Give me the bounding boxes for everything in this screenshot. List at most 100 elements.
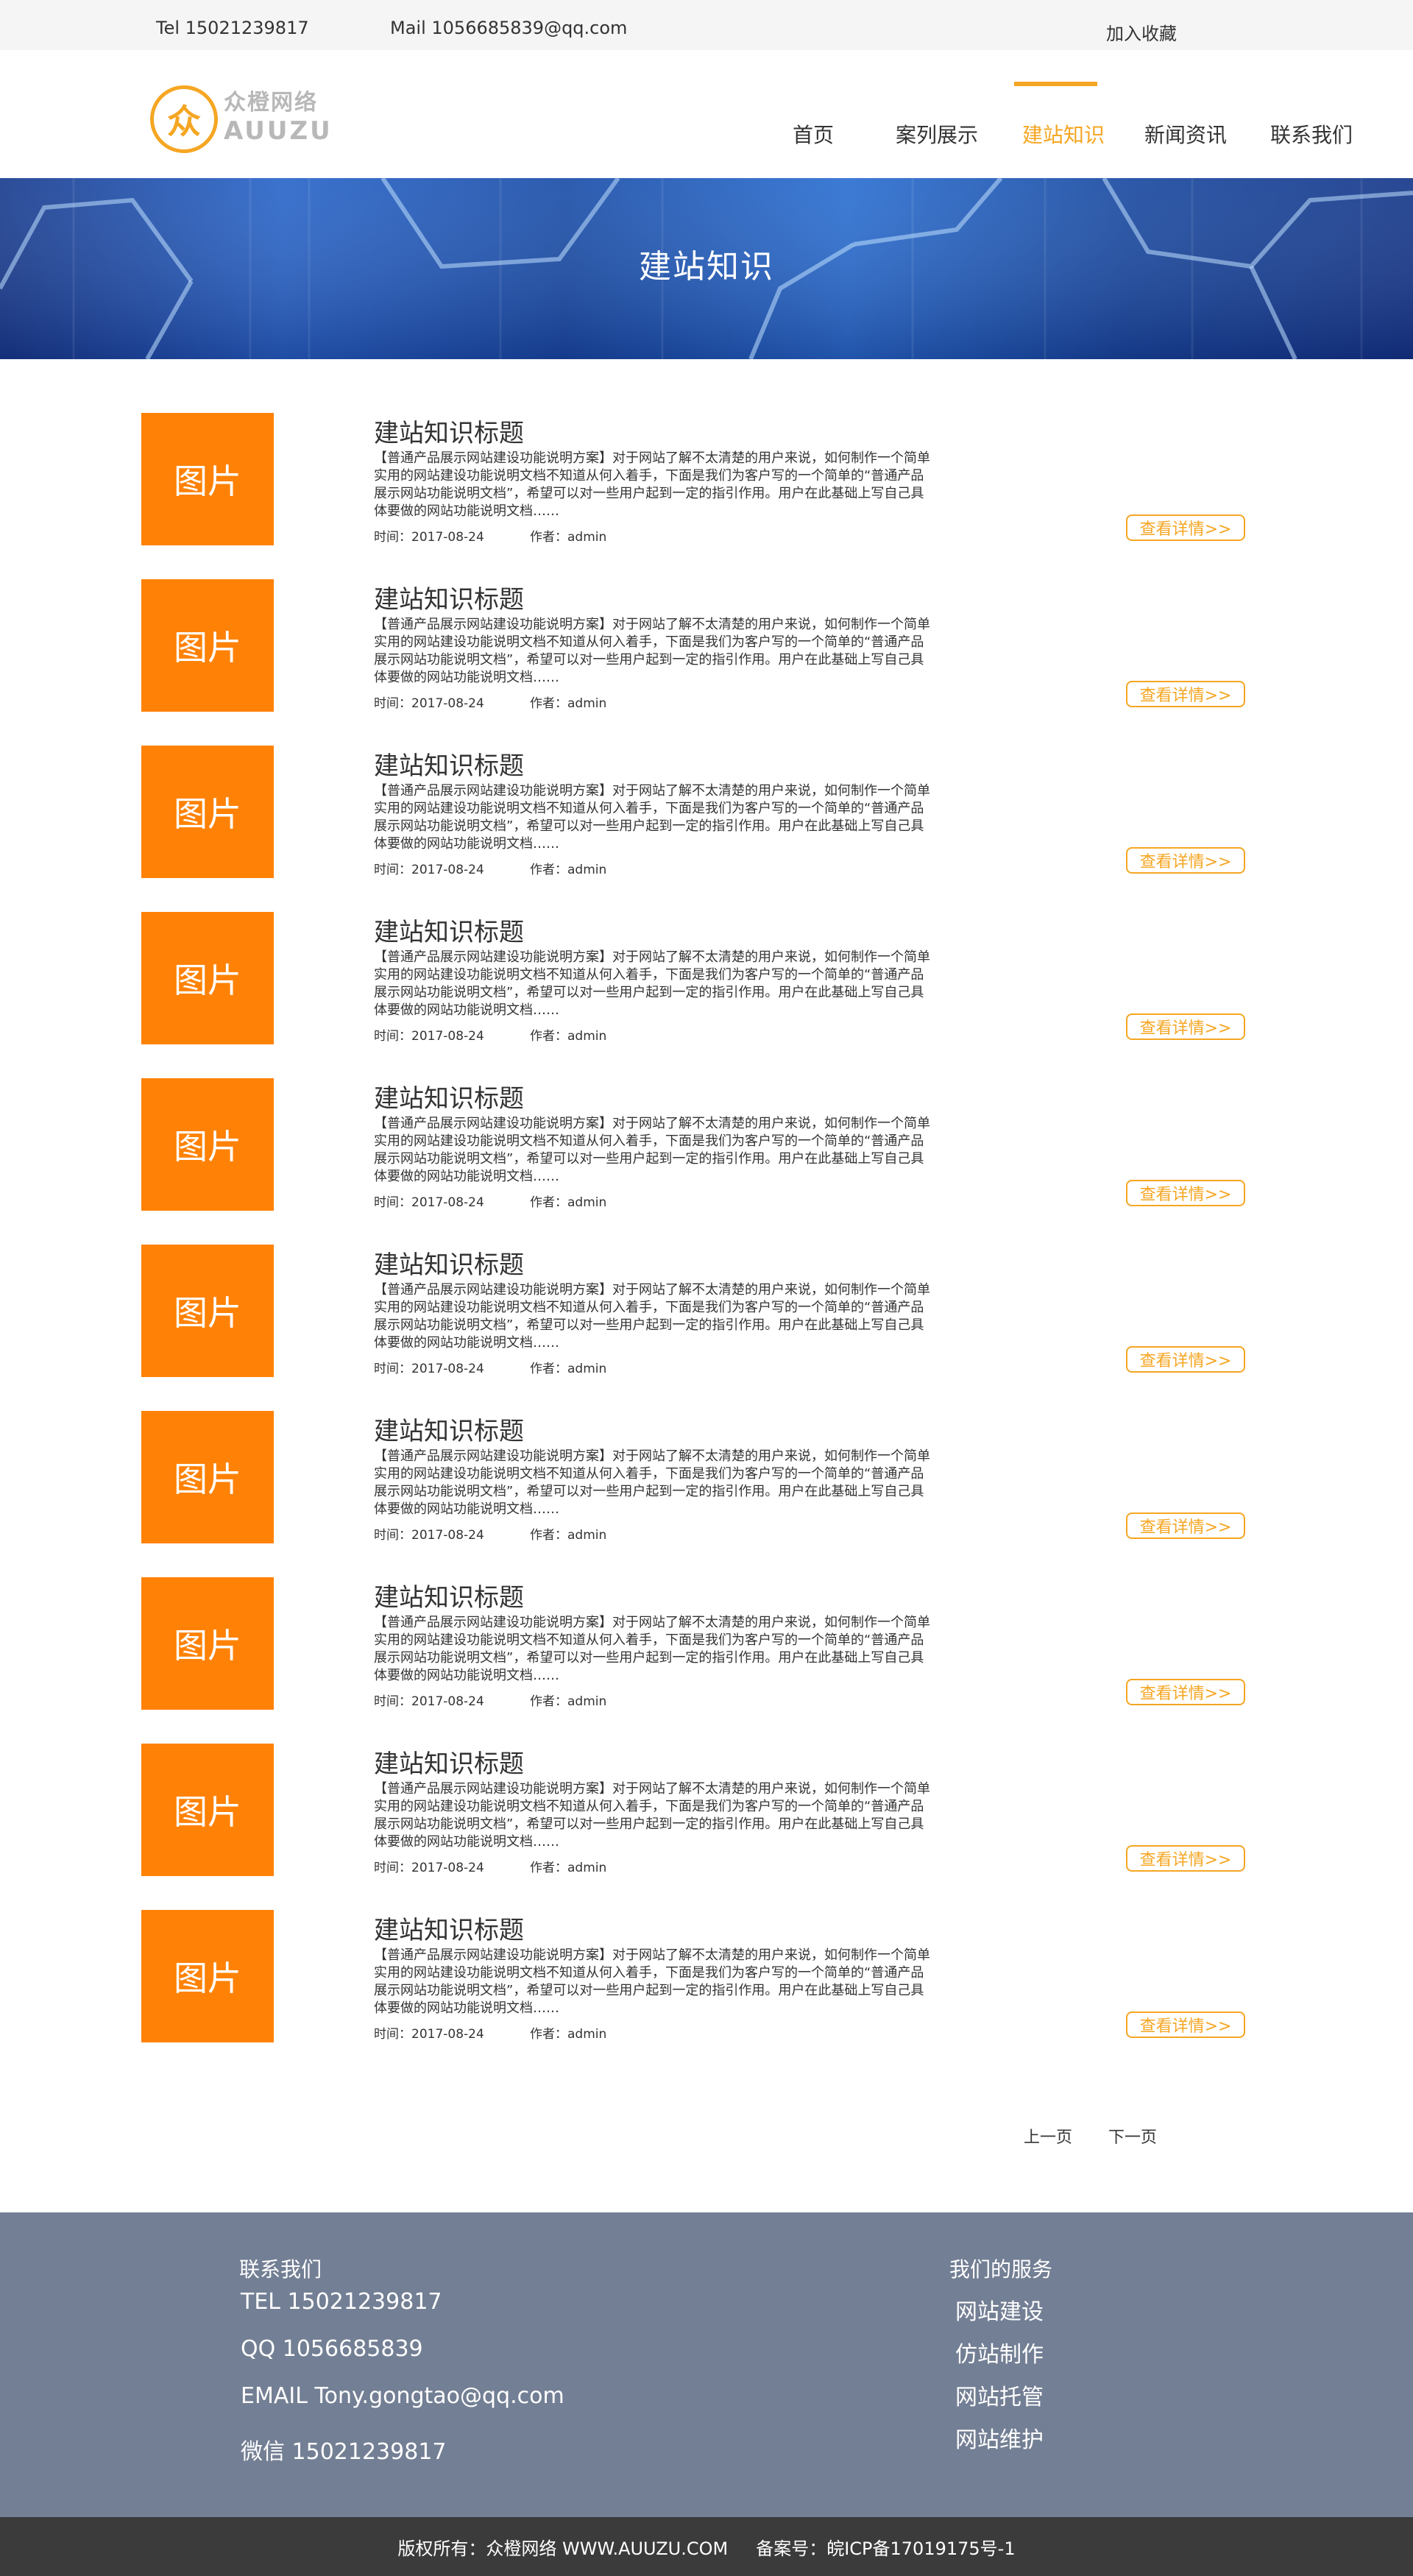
article-image[interactable]: 图片 bbox=[141, 1078, 274, 1211]
view-details-button[interactable]: 查看详情>> bbox=[1126, 1845, 1245, 1872]
view-details-button[interactable]: 查看详情>> bbox=[1126, 1512, 1245, 1539]
page-banner: 建站知识 bbox=[0, 178, 1413, 359]
top-bar: Tel 15021239817 Mail 1056685839@qq.com 加… bbox=[0, 0, 1413, 50]
footer-email[interactable]: EMAIL Tony.gongtao@qq.com bbox=[241, 2383, 564, 2409]
nav-active-indicator bbox=[1014, 82, 1097, 86]
view-details-button[interactable]: 查看详情>> bbox=[1126, 514, 1245, 541]
article-time: 时间：2017-08-24 bbox=[374, 530, 484, 545]
footer-services-heading: 我们的服务 bbox=[949, 2257, 1053, 2282]
nav-item-cases[interactable]: 案列展示 bbox=[896, 119, 978, 149]
article-summary: 【普通产品展示网站建设功能说明方案】对于网站了解不太清楚的用户来说，如何制作一个… bbox=[374, 1116, 930, 1184]
article-image[interactable]: 图片 bbox=[141, 1411, 274, 1543]
article-summary: 【普通产品展示网站建设功能说明方案】对于网站了解不太清楚的用户来说，如何制作一个… bbox=[374, 1947, 930, 2016]
article-time: 时间：2017-08-24 bbox=[374, 1694, 484, 1709]
article-image[interactable]: 图片 bbox=[141, 1245, 274, 1377]
footer-qq: QQ 1056685839 bbox=[241, 2336, 423, 2362]
article-image[interactable]: 图片 bbox=[141, 746, 274, 878]
article-title[interactable]: 建站知识标题 bbox=[374, 1411, 524, 1447]
view-details-button[interactable]: 查看详情>> bbox=[1126, 847, 1245, 874]
article-image[interactable]: 图片 bbox=[141, 1744, 274, 1876]
article-title[interactable]: 建站知识标题 bbox=[374, 912, 524, 948]
site-footer: 联系我们 TEL 15021239817 QQ 1056685839 EMAIL… bbox=[0, 2212, 1413, 2517]
list-item: 图片 建站知识标题 【普通产品展示网站建设功能说明方案】对于网站了解不太清楚的用… bbox=[141, 1245, 1245, 1379]
article-time: 时间：2017-08-24 bbox=[374, 863, 484, 877]
footer-service-link[interactable]: 网站建设 bbox=[955, 2293, 1044, 2326]
list-item: 图片 建站知识标题 【普通产品展示网站建设功能说明方案】对于网站了解不太清楚的用… bbox=[141, 1910, 1245, 2044]
article-author: 作者：admin bbox=[530, 2027, 607, 2042]
article-title[interactable]: 建站知识标题 bbox=[374, 579, 524, 615]
site-header: 众 众橙网络 AUUZU 首页 案列展示 建站知识 新闻资讯 联系我们 bbox=[0, 50, 1413, 178]
view-details-button[interactable]: 查看详情>> bbox=[1126, 1013, 1245, 1040]
site-logo[interactable]: 众 众橙网络 AUUZU bbox=[150, 79, 341, 153]
copyright-bar: 版权所有：众橙网络 WWW.AUUZU.COM 备案号：皖ICP备1701917… bbox=[0, 2517, 1413, 2576]
list-item: 图片 建站知识标题 【普通产品展示网站建设功能说明方案】对于网站了解不太清楚的用… bbox=[141, 579, 1245, 713]
view-details-button[interactable]: 查看详情>> bbox=[1126, 2011, 1245, 2038]
nav-item-home[interactable]: 首页 bbox=[793, 119, 834, 149]
article-author: 作者：admin bbox=[530, 1694, 607, 1709]
copyright-owner: 版权所有：众橙网络 WWW.AUUZU.COM bbox=[397, 2538, 729, 2559]
prev-page-link[interactable]: 上一页 bbox=[1024, 2124, 1072, 2148]
article-summary: 【普通产品展示网站建设功能说明方案】对于网站了解不太清楚的用户来说，如何制作一个… bbox=[374, 783, 930, 852]
article-summary: 【普通产品展示网站建设功能说明方案】对于网站了解不太清楚的用户来说，如何制作一个… bbox=[374, 1615, 930, 1683]
list-item: 图片 建站知识标题 【普通产品展示网站建设功能说明方案】对于网站了解不太清楚的用… bbox=[141, 413, 1245, 547]
article-time: 时间：2017-08-24 bbox=[374, 1528, 484, 1543]
topbar-tel: Tel 15021239817 bbox=[156, 18, 309, 38]
footer-service-link[interactable]: 网站托管 bbox=[955, 2379, 1044, 2411]
nav-item-news[interactable]: 新闻资讯 bbox=[1144, 119, 1227, 149]
article-author: 作者：admin bbox=[530, 863, 607, 877]
article-title[interactable]: 建站知识标题 bbox=[374, 1245, 524, 1281]
logo-name-en: AUUZU bbox=[224, 116, 333, 146]
add-favorite-link[interactable]: 加入收藏 bbox=[1106, 19, 1177, 45]
article-image[interactable]: 图片 bbox=[141, 413, 274, 545]
article-title[interactable]: 建站知识标题 bbox=[374, 1078, 524, 1114]
icp-number: 备案号：皖ICP备17019175号-1 bbox=[756, 2538, 1016, 2559]
list-item: 图片 建站知识标题 【普通产品展示网站建设功能说明方案】对于网站了解不太清楚的用… bbox=[141, 1577, 1245, 1711]
nav-item-knowledge[interactable]: 建站知识 bbox=[1022, 119, 1105, 149]
article-time: 时间：2017-08-24 bbox=[374, 1195, 484, 1210]
view-details-button[interactable]: 查看详情>> bbox=[1126, 1180, 1245, 1206]
article-title[interactable]: 建站知识标题 bbox=[374, 1744, 524, 1780]
article-title[interactable]: 建站知识标题 bbox=[374, 746, 524, 782]
list-item: 图片 建站知识标题 【普通产品展示网站建设功能说明方案】对于网站了解不太清楚的用… bbox=[141, 746, 1245, 880]
article-image[interactable]: 图片 bbox=[141, 1910, 274, 2042]
list-item: 图片 建站知识标题 【普通产品展示网站建设功能说明方案】对于网站了解不太清楚的用… bbox=[141, 1744, 1245, 1878]
footer-service-link[interactable]: 网站维护 bbox=[955, 2421, 1044, 2454]
logo-name-cn: 众橙网络 bbox=[224, 90, 318, 116]
nav-item-contact[interactable]: 联系我们 bbox=[1270, 119, 1353, 149]
next-page-link[interactable]: 下一页 bbox=[1108, 2124, 1157, 2148]
article-author: 作者：admin bbox=[530, 1029, 607, 1044]
topbar-mail: Mail 1056685839@qq.com bbox=[390, 18, 628, 38]
article-title[interactable]: 建站知识标题 bbox=[374, 413, 524, 449]
article-author: 作者：admin bbox=[530, 1528, 607, 1543]
article-summary: 【普通产品展示网站建设功能说明方案】对于网站了解不太清楚的用户来说，如何制作一个… bbox=[374, 1282, 930, 1351]
article-author: 作者：admin bbox=[530, 1861, 607, 1875]
view-details-button[interactable]: 查看详情>> bbox=[1126, 1679, 1245, 1705]
article-author: 作者：admin bbox=[530, 1195, 607, 1210]
article-summary: 【普通产品展示网站建设功能说明方案】对于网站了解不太清楚的用户来说，如何制作一个… bbox=[374, 450, 930, 519]
logo-mark-icon: 众 bbox=[150, 85, 218, 153]
article-title[interactable]: 建站知识标题 bbox=[374, 1577, 524, 1613]
view-details-button[interactable]: 查看详情>> bbox=[1126, 1346, 1245, 1373]
article-image[interactable]: 图片 bbox=[141, 912, 274, 1044]
list-item: 图片 建站知识标题 【普通产品展示网站建设功能说明方案】对于网站了解不太清楚的用… bbox=[141, 912, 1245, 1046]
footer-contact-heading: 联系我们 bbox=[239, 2257, 322, 2282]
article-author: 作者：admin bbox=[530, 1362, 607, 1376]
footer-wechat: 微信 15021239817 bbox=[241, 2439, 447, 2465]
article-time: 时间：2017-08-24 bbox=[374, 1029, 484, 1044]
article-summary: 【普通产品展示网站建设功能说明方案】对于网站了解不太清楚的用户来说，如何制作一个… bbox=[374, 617, 930, 685]
article-author: 作者：admin bbox=[530, 530, 607, 545]
article-title[interactable]: 建站知识标题 bbox=[374, 1910, 524, 1946]
article-time: 时间：2017-08-24 bbox=[374, 2027, 484, 2042]
list-item: 图片 建站知识标题 【普通产品展示网站建设功能说明方案】对于网站了解不太清楚的用… bbox=[141, 1078, 1245, 1212]
article-summary: 【普通产品展示网站建设功能说明方案】对于网站了解不太清楚的用户来说，如何制作一个… bbox=[374, 949, 930, 1018]
view-details-button[interactable]: 查看详情>> bbox=[1126, 681, 1245, 707]
page-title: 建站知识 bbox=[639, 248, 774, 286]
article-time: 时间：2017-08-24 bbox=[374, 696, 484, 711]
footer-tel: TEL 15021239817 bbox=[241, 2289, 442, 2315]
article-time: 时间：2017-08-24 bbox=[374, 1861, 484, 1875]
article-image[interactable]: 图片 bbox=[141, 1577, 274, 1710]
article-image[interactable]: 图片 bbox=[141, 579, 274, 712]
footer-service-link[interactable]: 仿站制作 bbox=[955, 2336, 1044, 2368]
article-time: 时间：2017-08-24 bbox=[374, 1362, 484, 1376]
article-author: 作者：admin bbox=[530, 696, 607, 711]
